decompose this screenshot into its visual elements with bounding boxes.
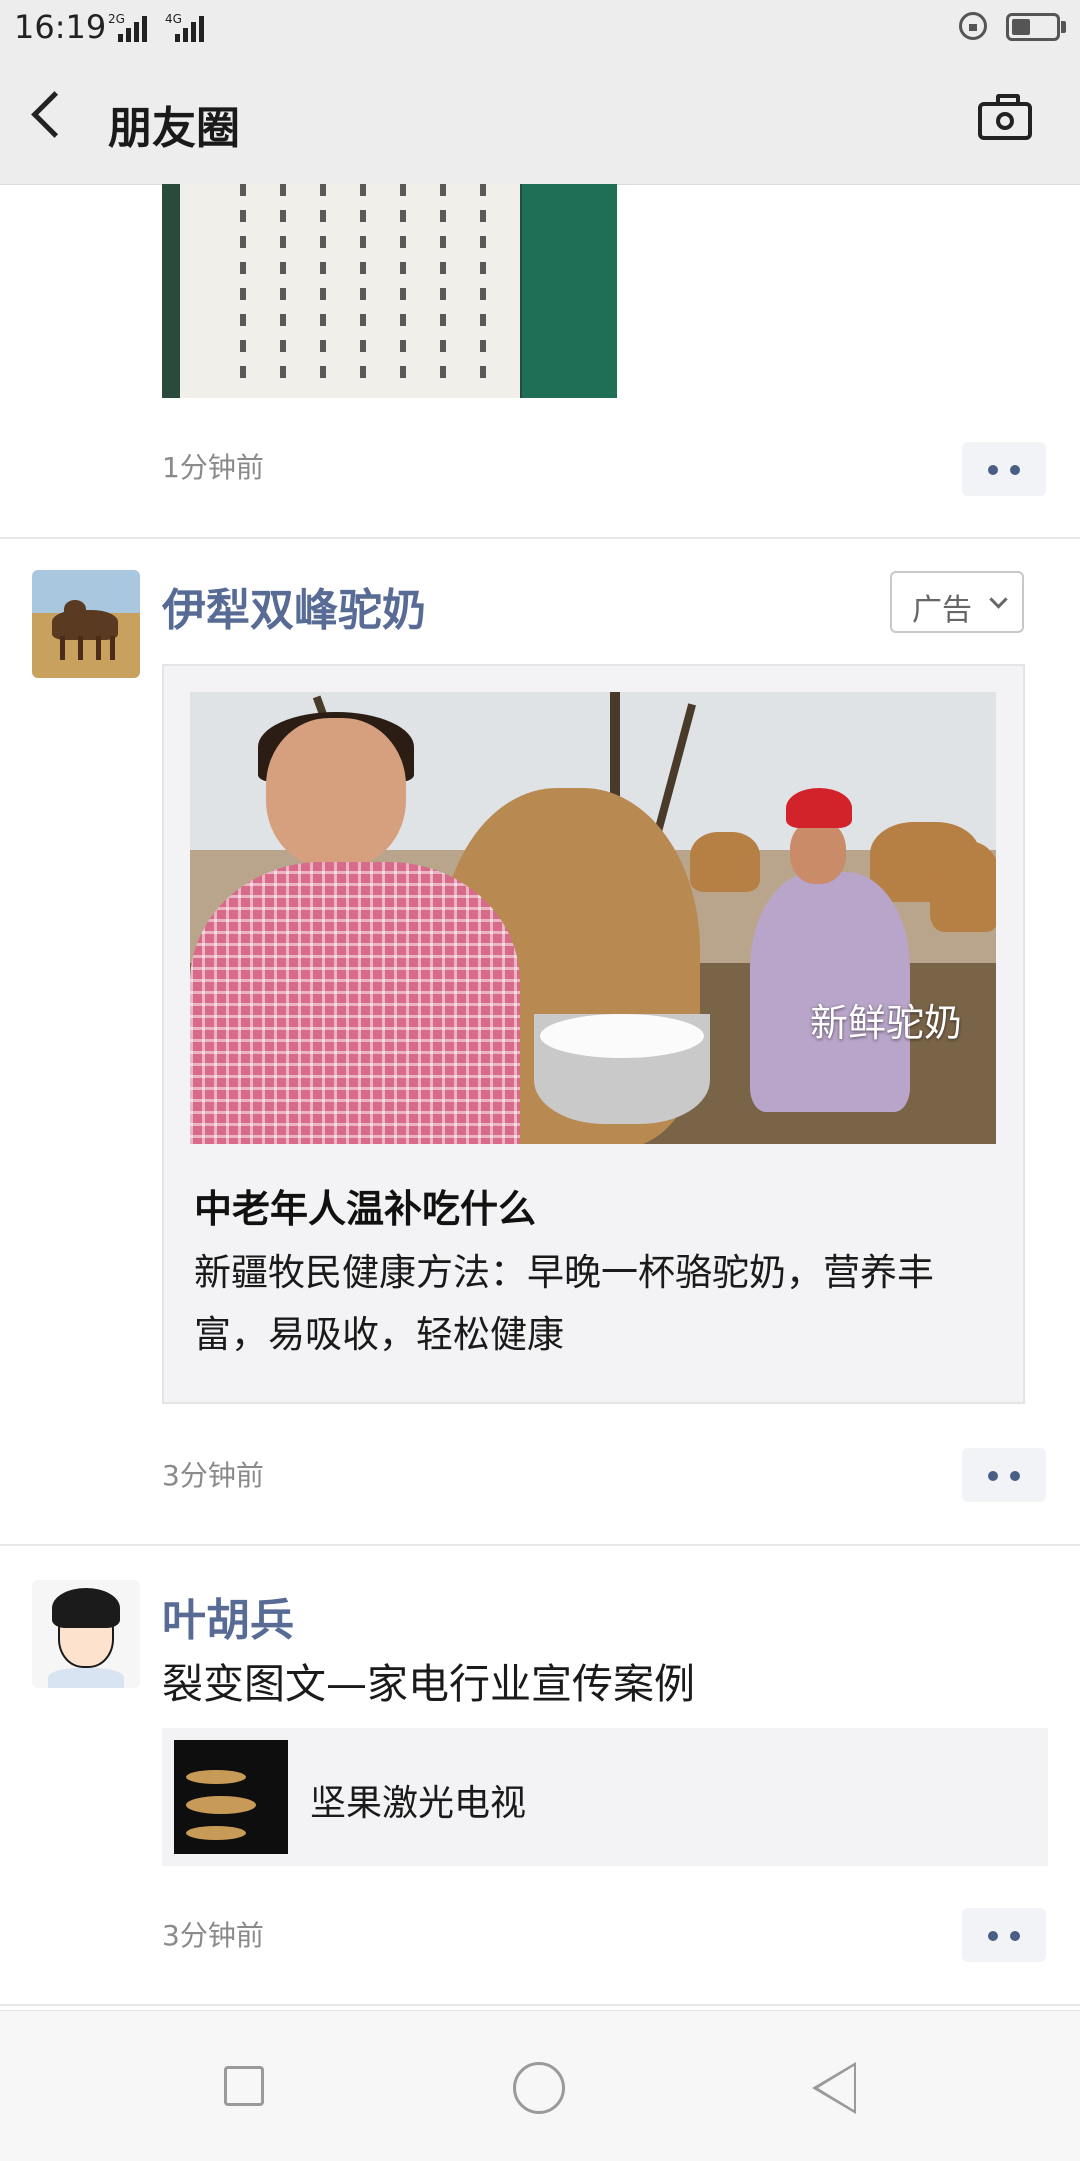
ad-badge[interactable]: 广告	[890, 571, 1024, 633]
recent-apps-icon[interactable]	[224, 2066, 264, 2106]
page-title: 朋友圈	[108, 103, 240, 154]
avatar[interactable]	[32, 1580, 140, 1688]
divider	[0, 1544, 1080, 1546]
divider	[0, 2004, 1080, 2006]
status-time: 16:19	[14, 8, 107, 46]
more-options-button[interactable]	[962, 442, 1046, 496]
system-back-icon-inner	[818, 2066, 854, 2110]
post-username[interactable]: 伊犁双峰驼奶	[162, 574, 426, 638]
post-timestamp: 3分钟前	[162, 1919, 264, 1952]
photo-caption: 新鲜驼奶	[809, 1001, 962, 1045]
avatar[interactable]	[32, 570, 140, 678]
link-title: 坚果激光电视	[310, 1783, 527, 1824]
post-username[interactable]: 叶胡兵	[162, 1584, 294, 1648]
link-thumbnail	[174, 1740, 288, 1854]
ad-photo: 新鲜驼奶	[190, 692, 996, 1144]
ad-card[interactable]: 新鲜驼奶 中老年人温补吃什么 新疆牧民健康方法：早晚一杯骆驼奶，营养丰富，易吸收…	[162, 664, 1025, 1404]
chevron-down-icon	[989, 590, 1008, 609]
battery-icon	[1006, 13, 1060, 41]
more-options-button[interactable]	[962, 1448, 1046, 1502]
more-options-button[interactable]	[962, 1908, 1046, 1962]
home-icon[interactable]	[513, 2062, 565, 2114]
ad-badge-label: 广告	[912, 593, 972, 628]
post-image-calligraphy[interactable]	[162, 184, 617, 398]
battery-tip	[1061, 21, 1066, 33]
shared-link-card[interactable]: 坚果激光电视	[162, 1728, 1048, 1866]
camera-icon[interactable]	[978, 94, 1032, 140]
rotation-lock-icon	[959, 12, 987, 40]
ad-title: 中老年人温补吃什么	[194, 1187, 537, 1231]
divider	[0, 537, 1080, 539]
ad-description: 新疆牧民健康方法：早晚一杯骆驼奶，营养丰富，易吸收，轻松健康	[194, 1251, 934, 1356]
post-text: 裂变图文—家电行业宣传案例	[162, 1660, 695, 1708]
post-timestamp: 1分钟前	[162, 451, 264, 484]
post-timestamp: 3分钟前	[162, 1459, 264, 1492]
status-bar	[0, 0, 1080, 58]
